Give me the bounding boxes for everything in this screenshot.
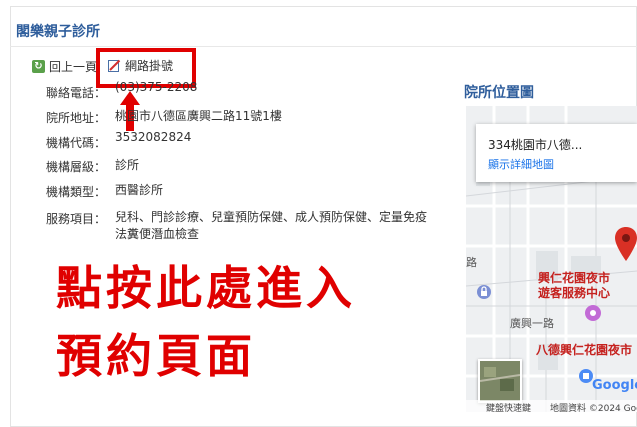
service-value-line2: 法糞便潛血檢查: [115, 227, 200, 241]
level-value: 診所: [115, 158, 140, 172]
code-label: 機構代碼：: [46, 136, 107, 150]
poi-label-bottom: 八德興仁花園夜市: [536, 343, 633, 357]
google-logo: Google: [592, 378, 637, 393]
map-section-title: 院所位置圖: [464, 85, 534, 101]
satellite-toggle-button[interactable]: [478, 359, 522, 403]
code-value: 3532082824: [115, 130, 192, 144]
poi-marker-icon: [477, 285, 491, 299]
address-value: 桃園市八德區廣興二路11號1樓: [115, 109, 282, 123]
back-arrow-icon: ↻: [32, 60, 45, 73]
keyboard-shortcuts-link[interactable]: 鍵盤快速鍵: [486, 401, 531, 412]
page-title: 閣樂親子診所: [16, 24, 100, 40]
type-value: 西醫診所: [115, 183, 164, 197]
address-label: 院所地址：: [46, 111, 107, 125]
level-label: 機構層級：: [46, 160, 107, 174]
instruction-text-line2: 預約頁面: [56, 329, 256, 383]
road-label: 路: [466, 256, 477, 269]
shop-marker-icon: [585, 305, 601, 321]
phone-label: 聯絡電話：: [46, 86, 107, 100]
location-pin-icon: [615, 227, 637, 261]
service-label: 服務項目：: [46, 212, 107, 226]
view-larger-map-link[interactable]: 顯示詳細地圖: [488, 156, 554, 172]
map-copyright: 地圖資料 ©2024 Google: [550, 404, 637, 412]
type-label: 機構類型：: [46, 185, 107, 199]
street-label: 廣興一路: [510, 317, 554, 330]
map-info-card: 334桃園市八德... 顯示詳細地圖: [476, 124, 637, 182]
poi-label-line2: 遊客服務中心: [538, 286, 611, 300]
back-label: 回上一頁: [49, 60, 98, 74]
map-card-address: 334桃園市八德...: [488, 138, 583, 152]
service-value-line1: 兒科、門診診療、兒童預防保健、成人預防保健、定量免疫: [115, 210, 428, 224]
back-button[interactable]: ↻ 回上一頁: [32, 58, 97, 75]
satellite-thumbnail-icon: [479, 361, 521, 401]
instruction-text-line1: 點按此處進入: [56, 261, 356, 315]
header-divider: [10, 46, 637, 47]
